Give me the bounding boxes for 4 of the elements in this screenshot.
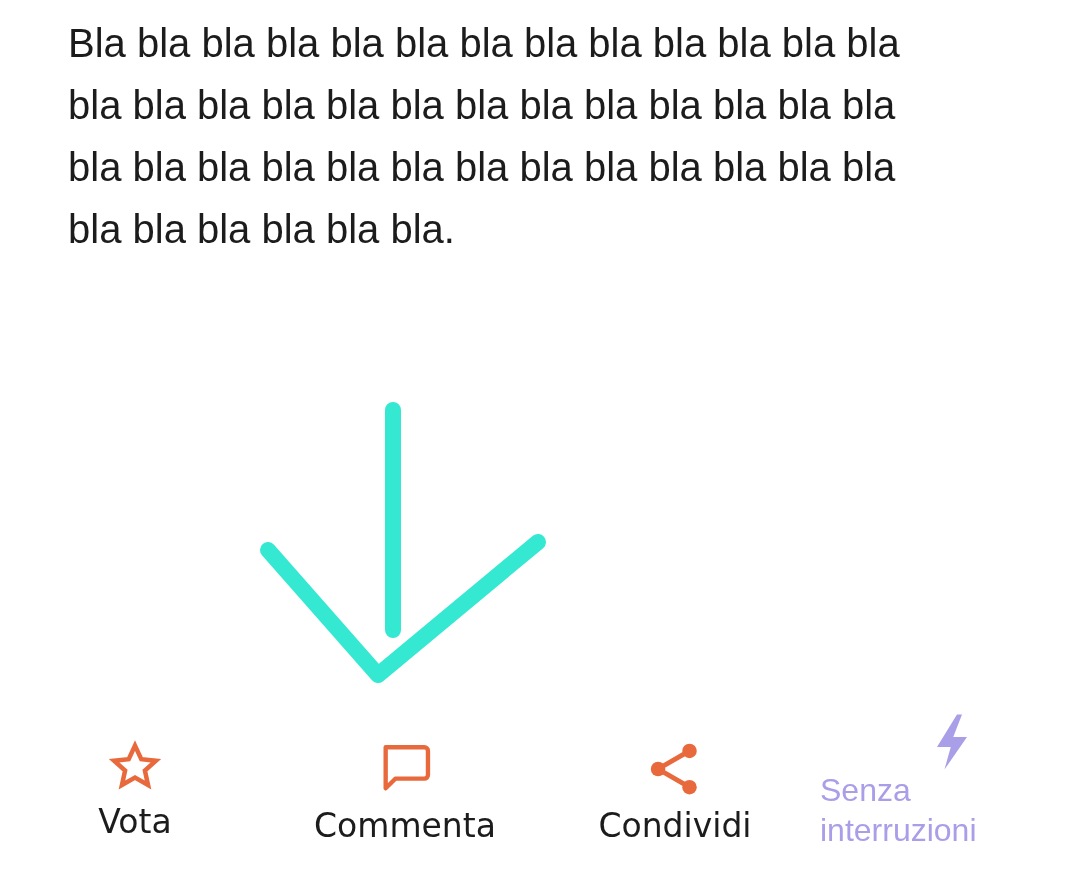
action-label[interactable]: Commenta xyxy=(314,806,496,845)
body-paragraph: Bla bla bla bla bla bla bla bla bla bla bla bla bla bla bla bla bla bla bla bla bla bla bla bla bla bla bla bla bla bla bla bla bla bla bla bla bla bla bla bla bla bla bla bla bla. xyxy=(67,20,901,253)
action-label[interactable]: Condividi xyxy=(598,806,752,845)
action-label[interactable]: Vota xyxy=(98,802,172,841)
